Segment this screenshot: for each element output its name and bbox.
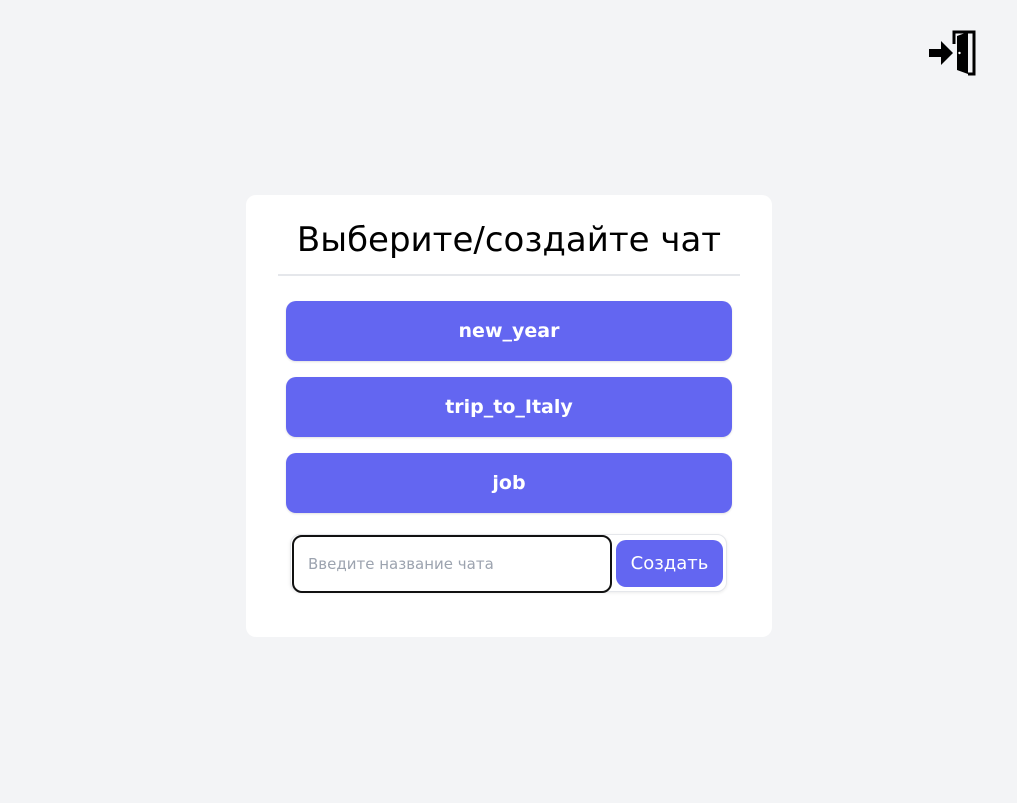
- chat-selection-card: Выберите/создайте чат new_year trip_to_I…: [246, 195, 772, 637]
- chat-name-input[interactable]: [292, 535, 612, 593]
- chat-button-new-year[interactable]: new_year: [286, 301, 732, 361]
- create-chat-form: Создать: [290, 534, 727, 593]
- title-divider: [278, 274, 740, 276]
- page-title: Выберите/создайте чат: [296, 220, 722, 260]
- create-chat-button[interactable]: Создать: [616, 540, 723, 587]
- chat-button-trip-to-italy[interactable]: trip_to_Italy: [286, 377, 732, 437]
- logout-door-icon: [929, 30, 976, 76]
- logout-button[interactable]: [928, 30, 976, 76]
- chat-button-job[interactable]: job: [286, 453, 732, 513]
